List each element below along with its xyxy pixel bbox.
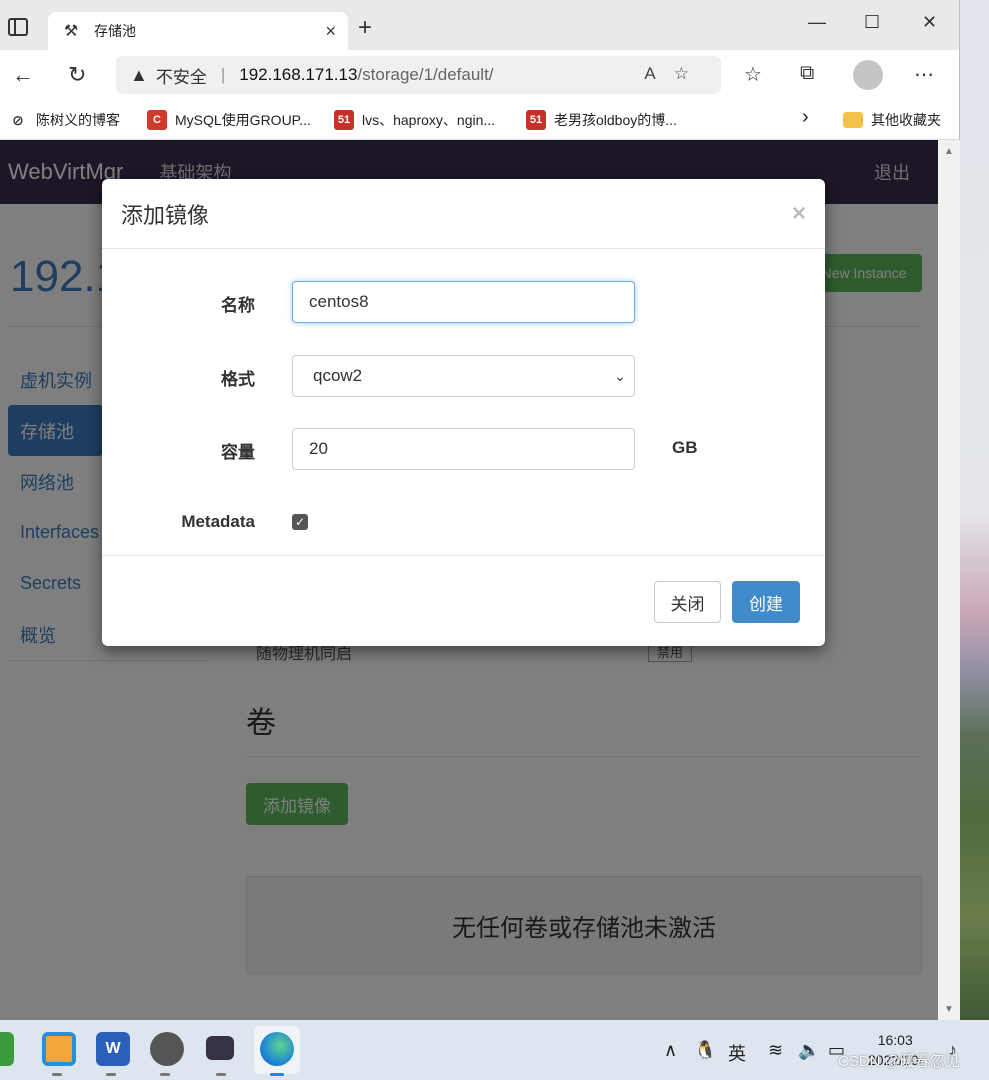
warning-icon: ▲ [130,64,148,85]
name-input[interactable]: centos8 [292,281,635,323]
format-selected-value: qcow2 [313,366,363,385]
format-select[interactable]: qcow2 ⌄ [292,355,635,397]
chevron-up-icon[interactable]: ∧ [664,1040,677,1061]
bookmarks-bar: ⊘ 陈树义的博客 C MySQL使用GROUP... 51 lvs、haprox… [0,100,959,140]
page-scrollbar[interactable]: ▲ ▼ [938,140,960,1020]
running-indicator [270,1073,284,1076]
word-icon[interactable]: W [96,1032,130,1066]
scroll-up-icon[interactable]: ▲ [944,146,954,157]
bookmark-label: 陈树义的博客 [36,112,120,128]
51cto-icon: 51 [526,110,546,130]
qq-icon[interactable]: 🐧 [694,1040,716,1061]
bookmark-label: MySQL使用GROUP... [175,112,311,128]
refresh-icon[interactable]: ↻ [68,62,86,88]
running-indicator [106,1073,116,1076]
capacity-unit: GB [672,438,698,457]
bookmarks-more-icon[interactable]: › [802,106,809,129]
metadata-row: Metadata ✓ [102,502,825,544]
address-bar: ← ↻ ▲ 不安全 | 192.168.171.13 /storage/1/de… [0,50,959,100]
favicon-icon: ⚒ [63,23,79,40]
bookmark-item[interactable]: 51 lvs、haproxy、ngin... [334,110,495,130]
folder-icon [843,112,863,128]
url-separator: | [220,65,226,84]
bookmark-item[interactable]: 51 老男孩oldboy的博... [526,110,677,130]
add-image-modal: 添加镜像 × 名称 centos8 格式 qcow2 ⌄ 容量 20 GB Me… [102,179,825,646]
new-tab-button[interactable]: + [358,14,372,42]
minimize-button[interactable]: — [808,12,826,33]
bookmark-item[interactable]: ⊘ 陈树义的博客 [8,110,120,130]
remote-desktop-icon[interactable] [206,1036,234,1060]
tab-title: 存储池 [94,23,136,39]
url-field[interactable]: ▲ 不安全 | 192.168.171.13 /storage/1/defaul… [116,56,721,94]
app-icon[interactable] [0,1032,14,1066]
wifi-icon[interactable]: ≋ [768,1040,783,1061]
clock-time: 16:03 [877,1032,913,1048]
capacity-row: 容量 20 GB [102,428,825,470]
read-aloud-favorite-icons[interactable]: A☆ [644,64,707,84]
windows-taskbar: W ∧ 🐧 英 ≋ 🔈 ▭ 16:03 2022/10/ ♪ CSDN @暖春忽… [0,1020,989,1080]
bookmark-label: 其他收藏夹 [871,112,941,128]
tab-bar: ⚒ 存储池 × + — ☐ ✕ [0,0,959,50]
metadata-checkbox[interactable]: ✓ [292,514,308,530]
running-indicator [216,1073,226,1076]
format-row: 格式 qcow2 ⌄ [102,355,825,397]
metadata-label: Metadata [181,512,255,531]
modal-close-icon[interactable]: × [792,200,806,228]
ime-indicator[interactable]: 英 [728,1040,746,1066]
scroll-down-icon[interactable]: ▼ [944,1004,954,1015]
modal-header: 添加镜像 × [102,179,825,249]
user-photo-icon[interactable] [150,1032,184,1066]
url-path: /storage/1/default/ [357,65,494,84]
modal-footer: 关闭 创建 [102,555,825,646]
virtualbox-icon[interactable] [42,1032,76,1066]
browser-tab[interactable]: ⚒ 存储池 × [48,12,348,50]
favorites-icon[interactable]: ☆ [744,62,762,87]
running-indicator [160,1073,170,1076]
insecure-label: 不安全 [155,67,207,87]
bookmark-icon: ⊘ [12,111,24,128]
bookmark-label: lvs、haproxy、ngin... [362,112,496,128]
tab-close-icon[interactable]: × [325,21,336,42]
more-menu-icon[interactable]: ⋯ [914,62,934,87]
tab-actions-icon[interactable] [8,18,28,36]
url-host: 192.168.171.13 [239,65,358,84]
name-row: 名称 centos8 [102,281,825,323]
capacity-label: 容量 [221,443,255,462]
51cto-icon: 51 [334,110,354,130]
edge-icon[interactable] [260,1032,294,1066]
format-label: 格式 [221,370,255,389]
close-window-button[interactable]: ✕ [922,12,937,33]
bookmark-item[interactable]: C MySQL使用GROUP... [147,110,311,130]
bookmark-label: 老男孩oldboy的博... [554,112,677,128]
create-button[interactable]: 创建 [732,581,800,623]
csdn-icon: C [147,110,167,130]
profile-avatar[interactable] [853,60,883,90]
csdn-watermark: CSDN @暖春忽见 [838,1053,960,1070]
running-indicator [52,1073,62,1076]
desktop-wallpaper [958,0,989,1020]
capacity-input[interactable]: 20 [292,428,635,470]
back-arrow-icon[interactable]: ← [12,62,34,88]
close-button[interactable]: 关闭 [654,581,721,623]
maximize-button[interactable]: ☐ [864,12,880,33]
modal-title: 添加镜像 [121,202,210,228]
other-favorites-folder[interactable]: 其他收藏夹 [843,110,941,130]
name-label: 名称 [221,296,255,315]
chevron-down-icon: ⌄ [614,368,626,384]
volume-icon[interactable]: 🔈 [798,1040,820,1061]
collections-icon[interactable]: ⧉ [800,62,814,85]
